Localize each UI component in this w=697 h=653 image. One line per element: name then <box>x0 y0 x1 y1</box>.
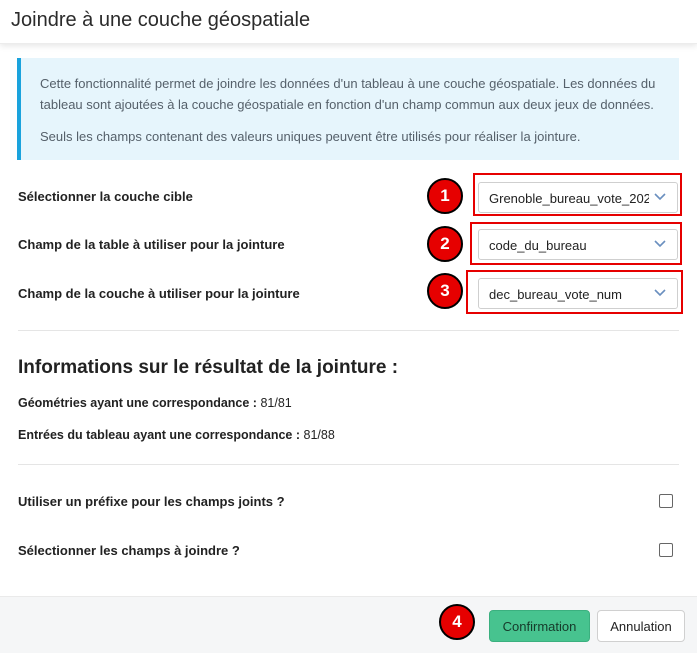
geometries-stat: Géométries ayant une correspondance : 81… <box>18 396 292 410</box>
chevron-down-icon <box>654 289 666 297</box>
dialog-title: Joindre à une couche géospatiale <box>11 9 311 31</box>
chevron-down-icon <box>654 193 666 201</box>
target-layer-select[interactable]: Grenoble_bureau_vote_2022 <box>478 182 678 213</box>
table-field-value: code_du_bureau <box>489 238 587 253</box>
target-layer-label: Sélectionner la couche cible <box>18 189 193 204</box>
select-fields-checkbox[interactable] <box>659 543 673 557</box>
info-box: Cette fonctionnalité permet de joindre l… <box>17 58 679 160</box>
divider <box>18 464 679 465</box>
info-paragraph-1: Cette fonctionnalité permet de joindre l… <box>40 76 656 112</box>
annotation-badge-1: 1 <box>427 178 463 214</box>
annotation-badge-2: 2 <box>427 226 463 262</box>
target-layer-value: Grenoble_bureau_vote_2022 <box>489 191 649 206</box>
annotation-badge-3: 3 <box>427 273 463 309</box>
geometries-label: Géométries ayant une correspondance : <box>18 396 257 410</box>
prefix-option-label: Utiliser un préfixe pour les champs join… <box>18 494 285 509</box>
entries-label: Entrées du tableau ayant une corresponda… <box>18 428 301 442</box>
cancel-button[interactable]: Annulation <box>597 610 685 642</box>
dialog-header: Joindre à une couche géospatiale <box>0 0 697 44</box>
layer-field-label: Champ de la couche à utiliser pour la jo… <box>18 286 300 301</box>
confirm-button[interactable]: Confirmation <box>489 610 590 642</box>
table-field-label: Champ de la table à utiliser pour la joi… <box>18 237 285 252</box>
layer-field-value: dec_bureau_vote_num <box>489 287 622 302</box>
geometries-value: 81/81 <box>260 396 292 410</box>
info-paragraph-2: Seuls les champs contenant des valeurs u… <box>40 129 581 144</box>
entries-stat: Entrées du tableau ayant une corresponda… <box>18 428 335 442</box>
divider <box>18 330 679 331</box>
layer-field-select[interactable]: dec_bureau_vote_num <box>478 278 678 309</box>
chevron-down-icon <box>654 240 666 248</box>
annotation-badge-4: 4 <box>439 604 475 640</box>
select-fields-option-label: Sélectionner les champs à joindre ? <box>18 543 240 558</box>
entries-value: 81/88 <box>303 428 335 442</box>
results-title: Informations sur le résultat de la joint… <box>18 357 399 378</box>
prefix-checkbox[interactable] <box>659 494 673 508</box>
table-field-select[interactable]: code_du_bureau <box>478 229 678 260</box>
dialog-footer: 4 Confirmation Annulation <box>0 596 697 653</box>
